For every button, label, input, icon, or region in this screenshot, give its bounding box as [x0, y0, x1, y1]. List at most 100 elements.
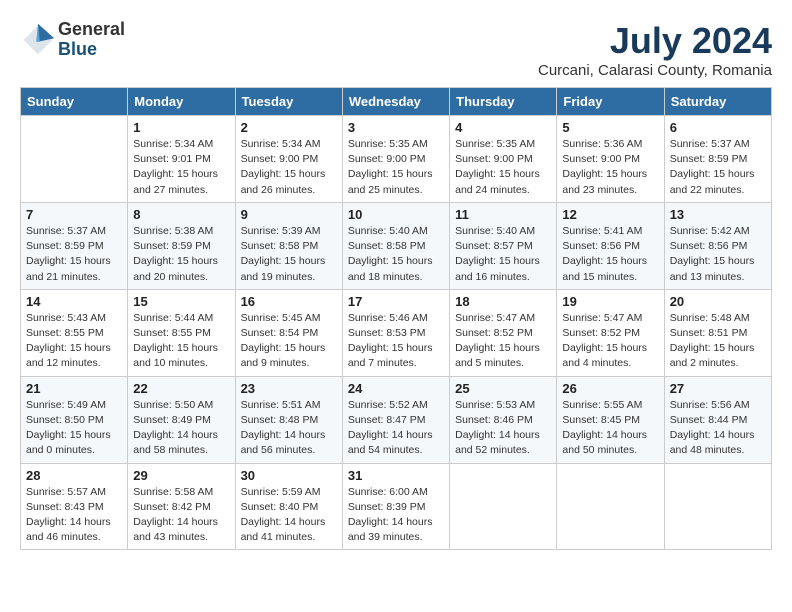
day-number: 1: [133, 120, 229, 135]
subtitle: Curcani, Calarasi County, Romania: [538, 62, 772, 79]
day-info: Sunrise: 5:59 AM Sunset: 8:40 PM Dayligh…: [241, 485, 337, 546]
calendar-cell: 14 Sunrise: 5:43 AM Sunset: 8:55 PM Dayli…: [21, 289, 128, 376]
day-number: 6: [670, 120, 766, 135]
calendar-cell: 27 Sunrise: 5:56 AM Sunset: 8:44 PM Dayli…: [664, 376, 771, 463]
day-number: 18: [455, 294, 551, 309]
calendar-cell: 22 Sunrise: 5:50 AM Sunset: 8:49 PM Dayli…: [128, 376, 235, 463]
calendar-cell: 9Sunrise: 5:39 AM Sunset: 8:58 PM Daylig…: [235, 202, 342, 289]
weekday-header: Tuesday: [235, 88, 342, 116]
day-info: Sunrise: 5:35 AM Sunset: 9:00 PM Dayligh…: [455, 137, 551, 198]
day-number: 3: [348, 120, 444, 135]
calendar-cell: [664, 463, 771, 550]
day-number: 31: [348, 468, 444, 483]
day-info: Sunrise: 5:49 AM Sunset: 8:50 PM Dayligh…: [26, 398, 122, 459]
calendar-cell: 6 Sunrise: 5:37 AM Sunset: 8:59 PM Daylig…: [664, 116, 771, 203]
day-number: 12: [562, 207, 658, 222]
day-number: 19: [562, 294, 658, 309]
day-info: Sunrise: 5:40 AM Sunset: 8:57 PM Dayligh…: [455, 224, 551, 285]
day-info: Sunrise: 5:53 AM Sunset: 8:46 PM Dayligh…: [455, 398, 551, 459]
day-info: Sunrise: 5:42 AM Sunset: 8:56 PM Dayligh…: [670, 224, 766, 285]
weekday-header: Sunday: [21, 88, 128, 116]
calendar-cell: 11 Sunrise: 5:40 AM Sunset: 8:57 PM Dayli…: [450, 202, 557, 289]
calendar-header-row: SundayMondayTuesdayWednesdayThursdayFrid…: [21, 88, 772, 116]
calendar-cell: 29 Sunrise: 5:58 AM Sunset: 8:42 PM Dayli…: [128, 463, 235, 550]
calendar-cell: 1 Sunrise: 5:34 AM Sunset: 9:01 PM Daylig…: [128, 116, 235, 203]
day-number: 27: [670, 381, 766, 396]
calendar-cell: 31 Sunrise: 6:00 AM Sunset: 8:39 PM Dayli…: [342, 463, 449, 550]
calendar-cell: 19 Sunrise: 5:47 AM Sunset: 8:52 PM Dayli…: [557, 289, 664, 376]
calendar-week-row: 7Sunrise: 5:37 AM Sunset: 8:59 PM Daylig…: [21, 202, 772, 289]
day-info: Sunrise: 5:44 AM Sunset: 8:55 PM Dayligh…: [133, 311, 229, 372]
weekday-header: Friday: [557, 88, 664, 116]
calendar-cell: 7Sunrise: 5:37 AM Sunset: 8:59 PM Daylig…: [21, 202, 128, 289]
calendar-cell: 21 Sunrise: 5:49 AM Sunset: 8:50 PM Dayli…: [21, 376, 128, 463]
day-number: 13: [670, 207, 766, 222]
day-number: 21: [26, 381, 122, 396]
weekday-header: Thursday: [450, 88, 557, 116]
day-info: Sunrise: 6:00 AM Sunset: 8:39 PM Dayligh…: [348, 485, 444, 546]
calendar-week-row: 14 Sunrise: 5:43 AM Sunset: 8:55 PM Dayli…: [21, 289, 772, 376]
calendar-week-row: 1 Sunrise: 5:34 AM Sunset: 9:01 PM Daylig…: [21, 116, 772, 203]
logo-general: General: [58, 20, 125, 40]
day-info: Sunrise: 5:35 AM Sunset: 9:00 PM Dayligh…: [348, 137, 444, 198]
day-info: Sunrise: 5:58 AM Sunset: 8:42 PM Dayligh…: [133, 485, 229, 546]
weekday-header: Monday: [128, 88, 235, 116]
day-number: 7: [26, 207, 122, 222]
day-number: 25: [455, 381, 551, 396]
calendar-table: SundayMondayTuesdayWednesdayThursdayFrid…: [20, 87, 772, 550]
day-info: Sunrise: 5:51 AM Sunset: 8:48 PM Dayligh…: [241, 398, 337, 459]
day-number: 28: [26, 468, 122, 483]
day-number: 29: [133, 468, 229, 483]
calendar-cell: [450, 463, 557, 550]
day-info: Sunrise: 5:43 AM Sunset: 8:55 PM Dayligh…: [26, 311, 122, 372]
day-info: Sunrise: 5:39 AM Sunset: 8:58 PM Dayligh…: [241, 224, 337, 285]
logo-blue: Blue: [58, 40, 125, 60]
day-number: 14: [26, 294, 122, 309]
weekday-header: Saturday: [664, 88, 771, 116]
day-info: Sunrise: 5:47 AM Sunset: 8:52 PM Dayligh…: [562, 311, 658, 372]
day-info: Sunrise: 5:36 AM Sunset: 9:00 PM Dayligh…: [562, 137, 658, 198]
day-info: Sunrise: 5:50 AM Sunset: 8:49 PM Dayligh…: [133, 398, 229, 459]
day-number: 15: [133, 294, 229, 309]
day-info: Sunrise: 5:47 AM Sunset: 8:52 PM Dayligh…: [455, 311, 551, 372]
calendar-cell: 15 Sunrise: 5:44 AM Sunset: 8:55 PM Dayli…: [128, 289, 235, 376]
calendar-cell: 12 Sunrise: 5:41 AM Sunset: 8:56 PM Dayli…: [557, 202, 664, 289]
calendar-cell: 2Sunrise: 5:34 AM Sunset: 9:00 PM Daylig…: [235, 116, 342, 203]
calendar-cell: 10Sunrise: 5:40 AM Sunset: 8:58 PM Dayli…: [342, 202, 449, 289]
day-number: 26: [562, 381, 658, 396]
calendar-week-row: 21 Sunrise: 5:49 AM Sunset: 8:50 PM Dayli…: [21, 376, 772, 463]
calendar-cell: 16 Sunrise: 5:45 AM Sunset: 8:54 PM Dayli…: [235, 289, 342, 376]
title-area: July 2024 Curcani, Calarasi County, Roma…: [538, 20, 772, 79]
day-info: Sunrise: 5:38 AM Sunset: 8:59 PM Dayligh…: [133, 224, 229, 285]
page-header: General Blue July 2024 Curcani, Calarasi…: [20, 20, 772, 79]
day-number: 22: [133, 381, 229, 396]
day-number: 24: [348, 381, 444, 396]
weekday-header: Wednesday: [342, 88, 449, 116]
calendar-cell: 24 Sunrise: 5:52 AM Sunset: 8:47 PM Dayli…: [342, 376, 449, 463]
day-info: Sunrise: 5:41 AM Sunset: 8:56 PM Dayligh…: [562, 224, 658, 285]
day-info: Sunrise: 5:56 AM Sunset: 8:44 PM Dayligh…: [670, 398, 766, 459]
calendar-cell: [21, 116, 128, 203]
calendar-week-row: 28Sunrise: 5:57 AM Sunset: 8:43 PM Dayli…: [21, 463, 772, 550]
day-number: 4: [455, 120, 551, 135]
calendar-cell: 17 Sunrise: 5:46 AM Sunset: 8:53 PM Dayli…: [342, 289, 449, 376]
day-number: 16: [241, 294, 337, 309]
day-info: Sunrise: 5:40 AM Sunset: 8:58 PM Dayligh…: [348, 224, 444, 285]
calendar-cell: 3 Sunrise: 5:35 AM Sunset: 9:00 PM Daylig…: [342, 116, 449, 203]
calendar-cell: 26Sunrise: 5:55 AM Sunset: 8:45 PM Dayli…: [557, 376, 664, 463]
day-number: 11: [455, 207, 551, 222]
day-info: Sunrise: 5:45 AM Sunset: 8:54 PM Dayligh…: [241, 311, 337, 372]
day-info: Sunrise: 5:52 AM Sunset: 8:47 PM Dayligh…: [348, 398, 444, 459]
day-number: 17: [348, 294, 444, 309]
calendar-cell: 4 Sunrise: 5:35 AM Sunset: 9:00 PM Daylig…: [450, 116, 557, 203]
day-number: 5: [562, 120, 658, 135]
day-info: Sunrise: 5:34 AM Sunset: 9:01 PM Dayligh…: [133, 137, 229, 198]
day-number: 20: [670, 294, 766, 309]
day-info: Sunrise: 5:46 AM Sunset: 8:53 PM Dayligh…: [348, 311, 444, 372]
logo: General Blue: [20, 20, 125, 60]
calendar-cell: 20Sunrise: 5:48 AM Sunset: 8:51 PM Dayli…: [664, 289, 771, 376]
calendar-cell: 30Sunrise: 5:59 AM Sunset: 8:40 PM Dayli…: [235, 463, 342, 550]
logo-text: General Blue: [58, 20, 125, 60]
calendar-cell: 18 Sunrise: 5:47 AM Sunset: 8:52 PM Dayli…: [450, 289, 557, 376]
day-info: Sunrise: 5:37 AM Sunset: 8:59 PM Dayligh…: [670, 137, 766, 198]
